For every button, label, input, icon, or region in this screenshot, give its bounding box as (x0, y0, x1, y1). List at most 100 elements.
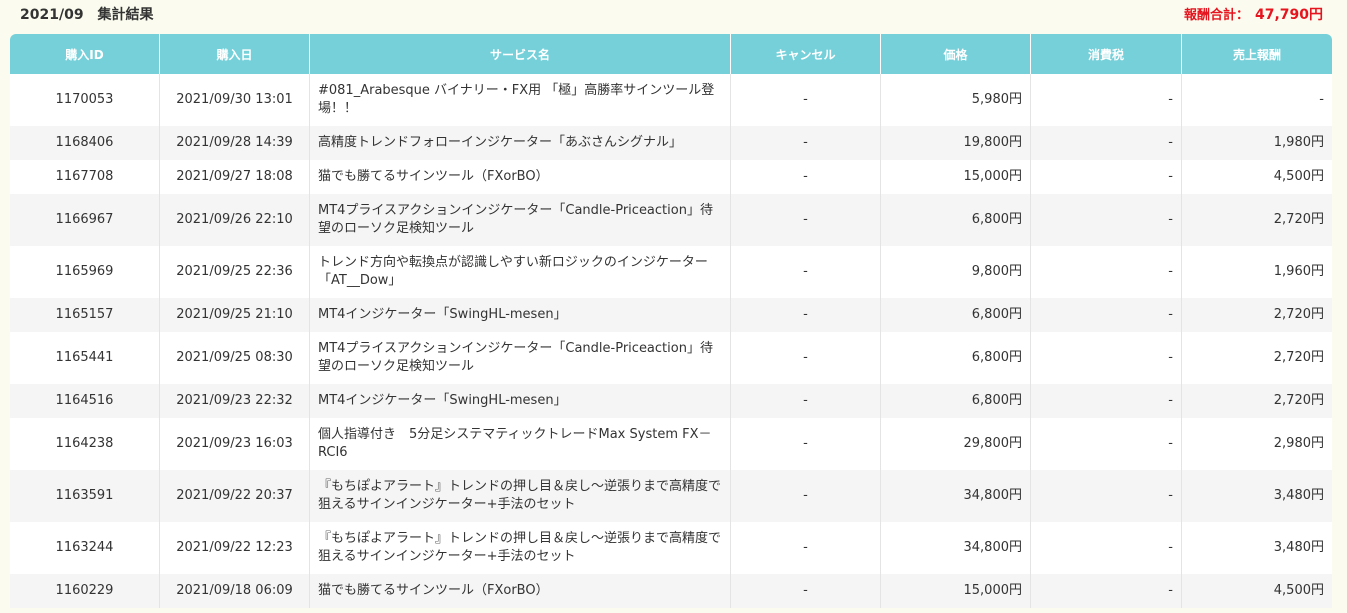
cell-cancel: - (730, 246, 880, 298)
cell-service-name: #081_Arabesque バイナリー・FX用 「極」高勝率サインツール登場！… (309, 74, 730, 126)
table-row: 1170053 2021/09/30 13:01 #081_Arabesque … (10, 74, 1332, 126)
cell-reward: 4,500円 (1181, 574, 1332, 608)
cell-service-name: MT4インジケーター「SwingHL-mesen」 (309, 298, 730, 332)
cell-reward: 4,500円 (1181, 160, 1332, 194)
cell-service-name: MT4プライスアクションインジケーター「Candle-Priceaction」待… (309, 332, 730, 384)
cell-price: 5,980円 (880, 74, 1030, 126)
table-row: 1167708 2021/09/27 18:08 猫でも勝てるサインツール（FX… (10, 160, 1332, 194)
cell-tax: - (1030, 126, 1181, 160)
cell-cancel: - (730, 574, 880, 608)
page-title: 2021/09 集計結果 (20, 7, 154, 23)
cell-purchase-date: 2021/09/30 13:01 (159, 74, 309, 126)
cell-cancel: - (730, 194, 880, 246)
table-row: 1160229 2021/09/18 06:09 猫でも勝てるサインツール（FX… (10, 574, 1332, 608)
cell-tax: - (1030, 522, 1181, 574)
table-row: 1166967 2021/09/26 22:10 MT4プライスアクションインジ… (10, 194, 1332, 246)
cell-cancel: - (730, 332, 880, 384)
cell-purchase-id: 1166967 (10, 194, 159, 246)
summary-header: 2021/09 集計結果 報酬合計： 47,790円 (0, 0, 1347, 28)
column-header-purchase-id: 購入ID (10, 34, 159, 74)
cell-price: 6,800円 (880, 384, 1030, 418)
table-row: 1165441 2021/09/25 08:30 MT4プライスアクションインジ… (10, 332, 1332, 384)
cell-cancel: - (730, 470, 880, 522)
cell-cancel: - (730, 74, 880, 126)
table-row: 1165969 2021/09/25 22:36 トレンド方向や転換点が認識しや… (10, 246, 1332, 298)
column-header-reward: 売上報酬 (1181, 34, 1332, 74)
cell-purchase-date: 2021/09/27 18:08 (159, 160, 309, 194)
table-body: 1170053 2021/09/30 13:01 #081_Arabesque … (10, 74, 1332, 608)
cell-tax: - (1030, 160, 1181, 194)
cell-price: 34,800円 (880, 470, 1030, 522)
cell-reward: 2,720円 (1181, 194, 1332, 246)
cell-tax: - (1030, 246, 1181, 298)
cell-purchase-id: 1164238 (10, 418, 159, 470)
cell-purchase-date: 2021/09/26 22:10 (159, 194, 309, 246)
table-header: 購入ID 購入日 サービス名 キャンセル 価格 消費税 売上報酬 (10, 34, 1332, 74)
cell-tax: - (1030, 470, 1181, 522)
cell-purchase-id: 1163591 (10, 470, 159, 522)
cell-reward: 2,720円 (1181, 332, 1332, 384)
table-row: 1164238 2021/09/23 16:03 個人指導付き 5分足システマテ… (10, 418, 1332, 470)
cell-price: 15,000円 (880, 160, 1030, 194)
cell-purchase-id: 1163244 (10, 522, 159, 574)
cell-purchase-id: 1167708 (10, 160, 159, 194)
cell-service-name: 高精度トレンドフォローインジケーター「あぶさんシグナル」 (309, 126, 730, 160)
column-header-price: 価格 (880, 34, 1030, 74)
cell-cancel: - (730, 160, 880, 194)
cell-price: 6,800円 (880, 194, 1030, 246)
cell-service-name: MT4プライスアクションインジケーター「Candle-Priceaction」待… (309, 194, 730, 246)
sales-table: 購入ID 購入日 サービス名 キャンセル 価格 消費税 売上報酬 1170053… (10, 34, 1332, 608)
cell-purchase-id: 1165969 (10, 246, 159, 298)
column-header-service-name: サービス名 (309, 34, 730, 74)
cell-reward: 3,480円 (1181, 470, 1332, 522)
cell-purchase-id: 1165441 (10, 332, 159, 384)
cell-cancel: - (730, 522, 880, 574)
cell-price: 34,800円 (880, 522, 1030, 574)
cell-purchase-date: 2021/09/23 16:03 (159, 418, 309, 470)
cell-price: 6,800円 (880, 332, 1030, 384)
cell-tax: - (1030, 574, 1181, 608)
cell-tax: - (1030, 298, 1181, 332)
cell-service-name: 猫でも勝てるサインツール（FXorBO） (309, 160, 730, 194)
cell-service-name: MT4インジケーター「SwingHL-mesen」 (309, 384, 730, 418)
cell-purchase-date: 2021/09/22 12:23 (159, 522, 309, 574)
table-row: 1163244 2021/09/22 12:23 『もちぽよアラート』トレンドの… (10, 522, 1332, 574)
cell-service-name: 『もちぽよアラート』トレンドの押し目＆戻し～逆張りまで高精度で狙えるサインインジ… (309, 470, 730, 522)
table-row: 1163591 2021/09/22 20:37 『もちぽよアラート』トレンドの… (10, 470, 1332, 522)
cell-tax: - (1030, 74, 1181, 126)
cell-reward: 2,980円 (1181, 418, 1332, 470)
reward-total-value: 47,790円 (1254, 7, 1323, 23)
cell-purchase-date: 2021/09/25 08:30 (159, 332, 309, 384)
cell-price: 15,000円 (880, 574, 1030, 608)
cell-cancel: - (730, 126, 880, 160)
cell-reward: 3,480円 (1181, 522, 1332, 574)
cell-service-name: 『もちぽよアラート』トレンドの押し目＆戻し～逆張りまで高精度で狙えるサインインジ… (309, 522, 730, 574)
column-header-tax: 消費税 (1030, 34, 1181, 74)
cell-reward: 2,720円 (1181, 298, 1332, 332)
cell-tax: - (1030, 418, 1181, 470)
cell-cancel: - (730, 384, 880, 418)
cell-reward: - (1181, 74, 1332, 126)
cell-price: 29,800円 (880, 418, 1030, 470)
column-header-purchase-date: 購入日 (159, 34, 309, 74)
cell-purchase-id: 1160229 (10, 574, 159, 608)
reward-total-label: 報酬合計： (1183, 8, 1249, 23)
table-row: 1165157 2021/09/25 21:10 MT4インジケーター「Swin… (10, 298, 1332, 332)
cell-purchase-date: 2021/09/28 14:39 (159, 126, 309, 160)
reward-total: 報酬合計： 47,790円 (1184, 4, 1323, 24)
cell-price: 9,800円 (880, 246, 1030, 298)
cell-purchase-id: 1165157 (10, 298, 159, 332)
cell-purchase-date: 2021/09/18 06:09 (159, 574, 309, 608)
cell-service-name: トレンド方向や転換点が認識しやすい新ロジックのインジケーター「AT__Dow」 (309, 246, 730, 298)
cell-purchase-id: 1164516 (10, 384, 159, 418)
cell-reward: 1,960円 (1181, 246, 1332, 298)
cell-reward: 1,980円 (1181, 126, 1332, 160)
cell-tax: - (1030, 384, 1181, 418)
table-row: 1164516 2021/09/23 22:32 MT4インジケーター「Swin… (10, 384, 1332, 418)
cell-purchase-id: 1168406 (10, 126, 159, 160)
cell-service-name: 猫でも勝てるサインツール（FXorBO） (309, 574, 730, 608)
cell-cancel: - (730, 418, 880, 470)
cell-purchase-date: 2021/09/25 22:36 (159, 246, 309, 298)
cell-tax: - (1030, 194, 1181, 246)
cell-purchase-date: 2021/09/23 22:32 (159, 384, 309, 418)
